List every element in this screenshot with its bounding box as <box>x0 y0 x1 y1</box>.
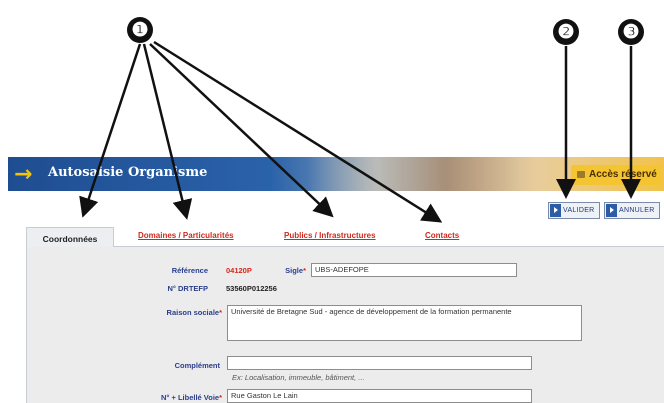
complement-label: Complément <box>174 361 220 370</box>
lock-icon <box>577 171 585 178</box>
cancel-button[interactable]: ANNULER <box>604 202 660 219</box>
validate-button[interactable]: VALIDER <box>548 202 600 219</box>
reference-label: Référence <box>171 266 208 275</box>
complement-hint: Ex: Localisation, immeuble, bâtiment, ..… <box>232 373 365 382</box>
banner-photo <box>308 157 538 191</box>
voie-input[interactable]: Rue Gaston Le Lain <box>227 389 532 403</box>
access-restricted-badge[interactable]: Accès réservé <box>571 165 661 185</box>
drtefp-label: N° DRTEFP <box>167 284 209 293</box>
drtefp-value: 53560P012256 <box>226 284 277 293</box>
callout-badge-3: ❸ <box>618 19 644 45</box>
cancel-label: ANNULER <box>619 207 655 214</box>
raison-sociale-label: Raison sociale* <box>166 308 222 317</box>
raison-sociale-textarea[interactable]: Université de Bretagne Sud - agence de d… <box>227 305 582 341</box>
header-banner: → Autosaisie Organisme <box>8 157 664 191</box>
tab-domaines-particularites[interactable]: Domaines / Particularités <box>138 231 234 240</box>
arrow-right-icon: → <box>14 162 33 187</box>
callout-arrow-1d <box>153 40 443 223</box>
callout-badge-1: ❶ <box>127 17 153 43</box>
tab-contacts[interactable]: Contacts <box>425 231 459 240</box>
play-arrow-icon <box>606 204 617 217</box>
validate-label: VALIDER <box>563 207 595 214</box>
complement-input[interactable] <box>227 356 532 370</box>
tab-publics-infrastructures[interactable]: Publics / Infrastructures <box>284 231 376 240</box>
sigle-label: Sigle* <box>285 266 306 275</box>
reference-value: 04120P <box>226 266 252 275</box>
play-arrow-icon <box>550 204 561 217</box>
callout-badge-2: ❷ <box>553 19 579 45</box>
access-label: Accès réservé <box>589 169 657 180</box>
voie-label: N° + Libellé Voie* <box>160 393 222 402</box>
sigle-input[interactable]: UBS-ADEFOPE <box>311 263 517 277</box>
app-title: Autosaisie Organisme <box>48 165 208 180</box>
tab-coordonnees[interactable]: Coordonnées <box>26 227 114 248</box>
